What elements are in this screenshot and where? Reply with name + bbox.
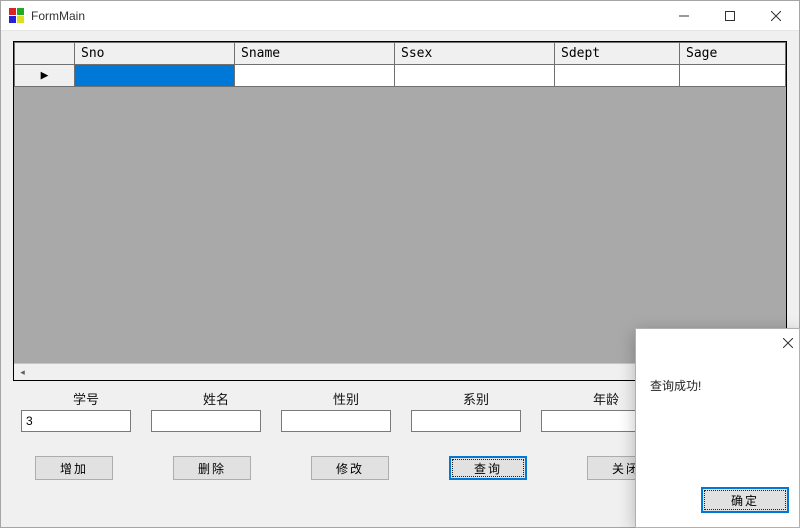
scroll-left-arrow-icon[interactable]: ◂	[14, 364, 31, 381]
col-header-ssex[interactable]: Ssex	[395, 43, 555, 65]
row-marker-icon: ▶	[41, 68, 49, 83]
titlebar: FormMain	[1, 1, 799, 31]
dialog-ok-button[interactable]: 确定	[701, 487, 789, 513]
update-button[interactable]: 修改	[311, 456, 389, 480]
col-header-sage[interactable]: Sage	[680, 43, 786, 65]
delete-button[interactable]: 删除	[173, 456, 251, 480]
label-sdept: 系别	[411, 389, 541, 408]
label-sno: 学号	[21, 389, 151, 408]
grid-cell[interactable]	[235, 65, 395, 87]
sdept-field[interactable]	[411, 410, 521, 432]
sno-field[interactable]	[21, 410, 131, 432]
col-header-sname[interactable]: Sname	[235, 43, 395, 65]
grid-cell[interactable]	[75, 65, 235, 87]
grid-cell[interactable]	[680, 65, 786, 87]
window-title: FormMain	[31, 9, 85, 23]
dialog-close-button[interactable]	[783, 337, 793, 351]
query-button[interactable]: 查询	[449, 456, 527, 480]
grid-cell[interactable]	[555, 65, 680, 87]
grid-empty-area	[14, 87, 786, 363]
sname-field[interactable]	[151, 410, 261, 432]
col-header-sno[interactable]: Sno	[75, 43, 235, 65]
add-button[interactable]: 增加	[35, 456, 113, 480]
grid-corner[interactable]	[15, 43, 75, 65]
minimize-button[interactable]	[661, 1, 707, 31]
label-ssex: 性别	[281, 389, 411, 408]
col-header-sdept[interactable]: Sdept	[555, 43, 680, 65]
maximize-button[interactable]	[707, 1, 753, 31]
grid-cell[interactable]	[395, 65, 555, 87]
table-row[interactable]: ▶	[15, 65, 786, 87]
close-button[interactable]	[753, 1, 799, 31]
dialog-message: 查询成功!	[636, 359, 799, 477]
message-dialog: 查询成功! 确定	[635, 328, 800, 528]
ssex-field[interactable]	[281, 410, 391, 432]
dialog-footer: 确定	[636, 477, 799, 527]
label-sname: 姓名	[151, 389, 281, 408]
grid-table: Sno Sname Ssex Sdept Sage ▶	[14, 42, 786, 87]
row-header[interactable]: ▶	[15, 65, 75, 87]
dialog-titlebar	[636, 329, 799, 359]
main-window: FormMain	[0, 0, 800, 528]
app-icon	[9, 8, 25, 24]
